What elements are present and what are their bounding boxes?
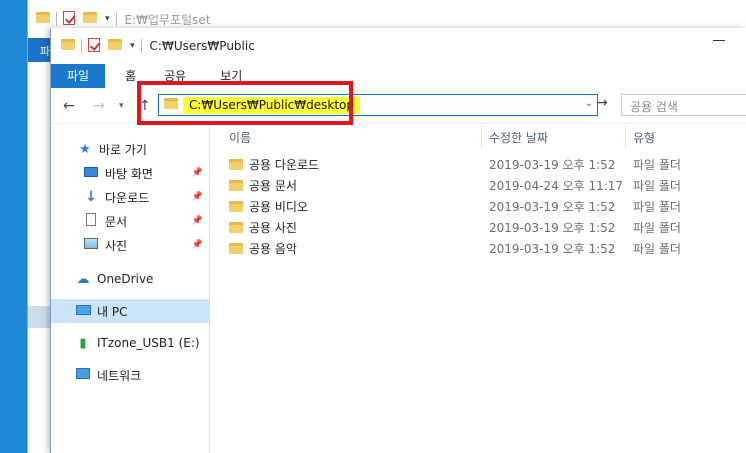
file-type: 파일 폴더 xyxy=(633,200,681,214)
table-row[interactable]: 공용 비디오 2019-03-19 오후 1:52 파일 폴더 xyxy=(211,196,746,217)
sidebar-item-onedrive[interactable]: ☁ OneDrive xyxy=(51,267,209,291)
sidebar-item-this-pc[interactable]: 내 PC xyxy=(51,299,209,323)
sidebar-item-label: 바탕 화면 xyxy=(105,166,153,181)
picture-icon xyxy=(83,238,99,252)
sidebar-item-label: ITzone_USB1 (E:) xyxy=(97,336,200,350)
file-name-text: 공용 문서 xyxy=(249,179,297,193)
background-window-title: E:₩업무포털set xyxy=(124,12,211,27)
table-row[interactable]: 공용 문서 2019-04-24 오후 11:17 파일 폴더 xyxy=(211,175,746,196)
computer-icon xyxy=(75,304,91,318)
back-arrow-icon[interactable]: ← xyxy=(63,98,75,114)
sidebar-item-usb-drive[interactable]: ▮ ITzone_USB1 (E:) xyxy=(51,331,209,355)
column-header-type[interactable]: 유형 xyxy=(633,129,655,146)
pin-icon[interactable]: 📌 xyxy=(192,240,203,250)
pin-icon[interactable]: 📌 xyxy=(192,192,203,202)
file-modified: 2019-03-19 오후 1:52 xyxy=(489,242,616,256)
file-type: 파일 폴더 xyxy=(633,158,681,172)
folder-icon xyxy=(229,243,243,254)
file-modified: 2019-03-19 오후 1:52 xyxy=(489,158,616,172)
column-separator[interactable] xyxy=(481,125,482,149)
sidebar-item-label: 다운로드 xyxy=(105,190,150,205)
forward-arrow-icon[interactable]: → xyxy=(93,98,105,114)
folder-icon xyxy=(229,201,243,212)
properties-icon[interactable] xyxy=(88,37,100,55)
highlight-callout-box xyxy=(137,81,353,125)
folder-icon xyxy=(229,222,243,233)
folder-icon xyxy=(229,180,243,191)
sidebar-item-network[interactable]: 네트워크 xyxy=(51,363,209,387)
file-name-text: 공용 다운로드 xyxy=(249,158,320,172)
tab-file[interactable]: 파일 xyxy=(51,64,106,88)
recent-locations-chevron-icon[interactable]: ▾ xyxy=(119,101,124,111)
usb-drive-icon: ▮ xyxy=(79,335,87,351)
file-name: 공용 문서 xyxy=(229,177,297,194)
table-row[interactable]: 공용 다운로드 2019-03-19 오후 1:52 파일 폴더 xyxy=(211,154,746,175)
pin-icon[interactable]: 📌 xyxy=(192,168,203,178)
separator xyxy=(115,12,117,26)
desktop-icon xyxy=(83,166,99,180)
file-type: 파일 폴더 xyxy=(633,242,681,256)
sidebar-item-label: 바로 가기 xyxy=(99,142,147,157)
separator xyxy=(81,39,82,53)
column-header-name[interactable]: 이름 xyxy=(229,129,251,146)
sidebar-item-pictures[interactable]: 사진 📌 xyxy=(51,233,209,257)
sidebar-item-label: 사진 xyxy=(105,238,128,253)
table-row[interactable]: 공용 음악 2019-03-19 오후 1:52 파일 폴더 xyxy=(211,238,746,259)
file-type: 파일 폴더 xyxy=(633,179,681,193)
customize-toolbar-icon[interactable]: ▾ xyxy=(105,14,110,24)
pane-divider[interactable] xyxy=(209,125,210,453)
separator xyxy=(140,39,142,53)
sidebar-item-downloads[interactable]: ↓ 다운로드 📌 xyxy=(51,185,209,209)
chevron-down-icon[interactable]: ⌄ xyxy=(585,98,593,109)
file-name: 공용 음악 xyxy=(229,240,297,257)
file-name-text: 공용 비디오 xyxy=(249,200,309,214)
file-name: 공용 다운로드 xyxy=(229,156,319,173)
customize-toolbar-icon[interactable]: ▾ xyxy=(130,41,135,51)
title-bar[interactable]: ▾ C:₩Users₩Public xyxy=(51,28,746,64)
folder-icon xyxy=(61,39,75,53)
search-input[interactable]: 공용 검색 xyxy=(621,94,746,116)
sidebar-item-label: 내 PC xyxy=(97,304,128,319)
folder-icon xyxy=(229,159,243,170)
background-nav-selected xyxy=(28,306,52,328)
sidebar-item-label: OneDrive xyxy=(97,272,154,286)
new-folder-icon[interactable] xyxy=(83,12,97,26)
network-icon xyxy=(75,368,91,382)
file-type: 파일 폴더 xyxy=(633,221,681,235)
explorer-window: ▾ C:₩Users₩Public 파일 홈 공유 보기 ← → ▾ ↑ C:₩… xyxy=(50,28,746,453)
download-arrow-icon: ↓ xyxy=(85,189,97,205)
star-icon: ★ xyxy=(79,141,91,157)
minimize-icon[interactable] xyxy=(713,40,725,41)
properties-icon[interactable] xyxy=(63,10,75,28)
separator xyxy=(56,12,57,26)
cloud-icon: ☁ xyxy=(76,271,90,287)
column-header-modified[interactable]: 수정한 날짜 xyxy=(489,129,548,146)
sidebar-item-documents[interactable]: 문서 📌 xyxy=(51,209,209,233)
table-row[interactable]: 공용 사진 2019-03-19 오후 1:52 파일 폴더 xyxy=(211,217,746,238)
sidebar-item-quick-access[interactable]: ★ 바로 가기 xyxy=(51,137,209,161)
pin-icon[interactable]: 📌 xyxy=(192,216,203,226)
sidebar-item-label: 네트워크 xyxy=(97,368,142,383)
new-folder-icon[interactable] xyxy=(108,39,122,53)
file-modified: 2019-03-19 오후 1:52 xyxy=(489,221,616,235)
file-name: 공용 사진 xyxy=(229,219,297,236)
file-name-text: 공용 사진 xyxy=(249,221,297,235)
file-modified: 2019-04-24 오후 11:17 xyxy=(489,179,624,193)
document-icon xyxy=(83,213,99,229)
folder-icon xyxy=(36,12,50,26)
file-name: 공용 비디오 xyxy=(229,198,308,215)
background-file-tab[interactable]: 파 xyxy=(28,38,52,62)
column-separator[interactable] xyxy=(625,125,626,149)
window-title: C:₩Users₩Public xyxy=(149,39,255,53)
go-arrow-icon[interactable]: → xyxy=(596,95,608,111)
sidebar-item-desktop[interactable]: 바탕 화면 📌 xyxy=(51,161,209,185)
file-modified: 2019-03-19 오후 1:52 xyxy=(489,200,616,214)
file-list: 이름 수정한 날짜 유형 공용 다운로드 2019-03-19 오후 1:52 … xyxy=(211,125,746,453)
navigation-pane: ★ 바로 가기 바탕 화면 📌 ↓ 다운로드 📌 문서 📌 사진 📌 ☁ One… xyxy=(51,125,209,453)
file-name-text: 공용 음악 xyxy=(249,242,297,256)
sidebar-item-label: 문서 xyxy=(105,214,128,229)
